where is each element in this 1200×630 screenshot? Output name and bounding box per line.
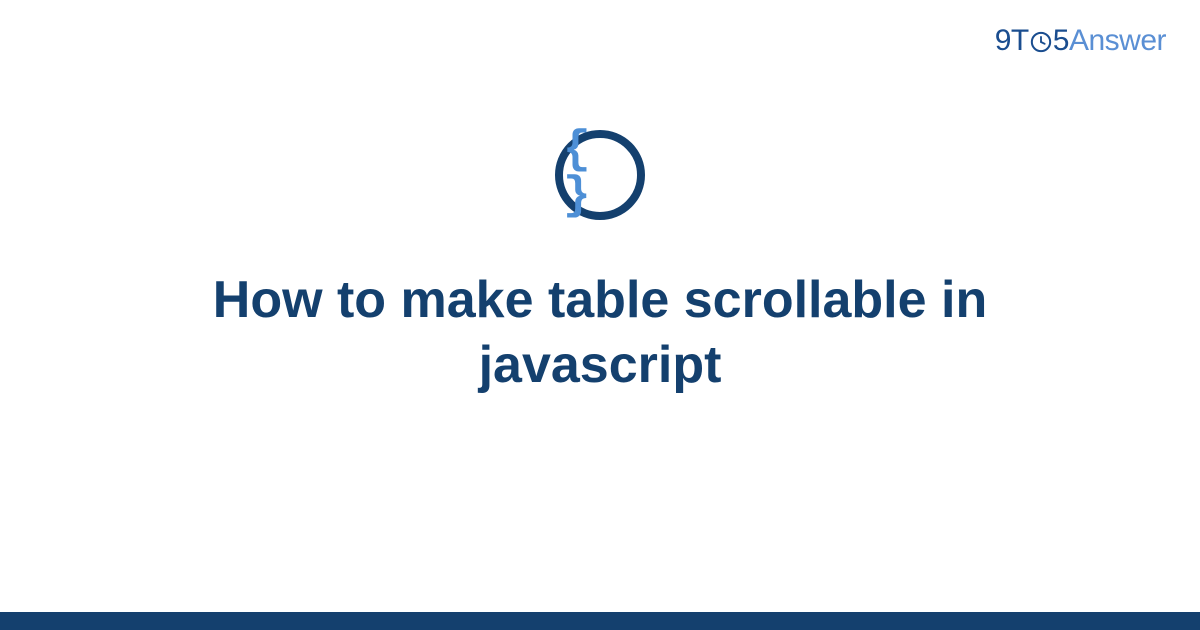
logo-text-answer: Answer bbox=[1069, 24, 1166, 58]
logo-clock-icon bbox=[1030, 31, 1052, 53]
bottom-accent-bar bbox=[0, 612, 1200, 630]
page-title: How to make table scrollable in javascri… bbox=[125, 268, 1075, 398]
logo-text-9t: 9T bbox=[995, 24, 1029, 58]
code-braces-icon: { } bbox=[555, 130, 645, 220]
code-braces-glyph: { } bbox=[563, 127, 637, 219]
main-content: { } How to make table scrollable in java… bbox=[0, 130, 1200, 398]
site-logo: 9T 5 Answer bbox=[995, 24, 1166, 58]
logo-text-5: 5 bbox=[1053, 24, 1069, 58]
